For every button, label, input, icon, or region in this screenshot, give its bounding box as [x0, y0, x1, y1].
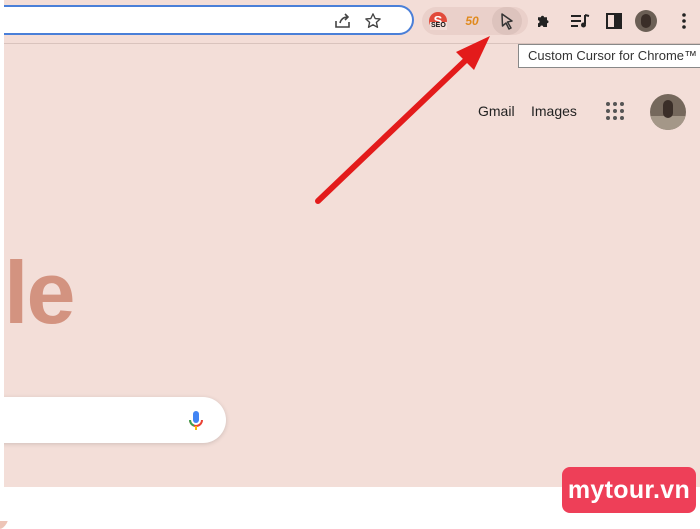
watermark-logo: mytour.vn — [562, 467, 696, 513]
red-annotation-arrow — [315, 36, 490, 204]
